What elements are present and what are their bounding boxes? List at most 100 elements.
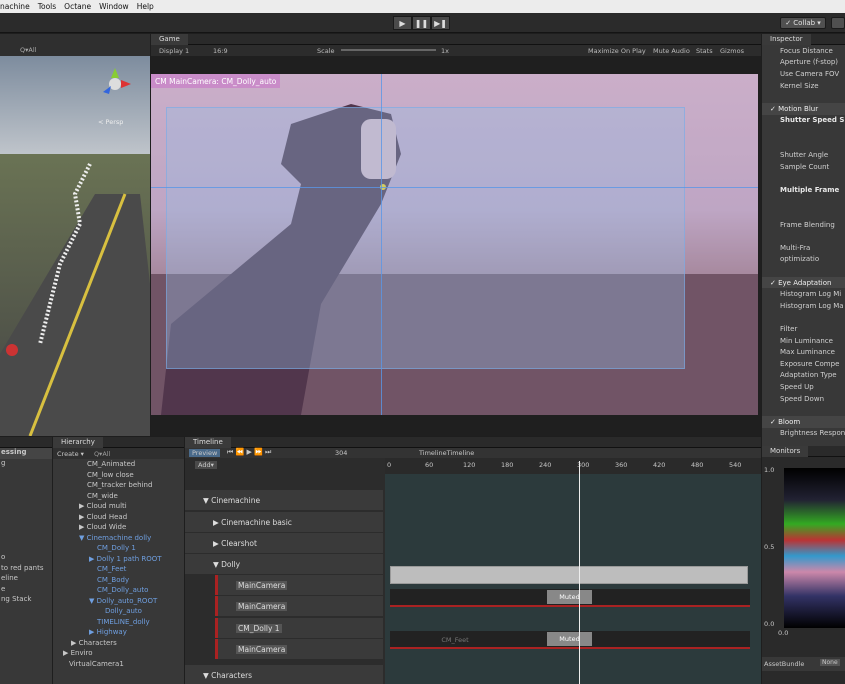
muted-clip-2[interactable]: Muted — [547, 632, 592, 646]
pause-button[interactable]: ❚❚ — [412, 16, 431, 30]
hierarchy-row[interactable]: ▼ Dolly_auto_ROOT — [53, 596, 184, 607]
track-group[interactable]: ▼ Cinemachine — [185, 490, 383, 510]
scene-view[interactable]: Q▾All < Persp — [0, 34, 150, 436]
inspector-row[interactable]: Multiple Frame — [762, 184, 845, 196]
hierarchy-row[interactable]: VirtualCamera1 — [53, 659, 184, 670]
inspector-row[interactable]: Adaptation Type — [762, 370, 845, 382]
hierarchy-row[interactable]: ▶ Cloud Wide — [53, 522, 184, 533]
inspector-row[interactable]: Aperture (f-stop) — [762, 57, 845, 69]
hierarchy-row[interactable]: Dolly_auto — [53, 606, 184, 617]
display-select[interactable]: Display 1 — [159, 47, 189, 55]
tab-game[interactable]: Game — [151, 33, 188, 45]
track-group[interactable]: ▶ Clearshot — [185, 533, 383, 553]
inspector-row[interactable]: Sample Count — [762, 161, 845, 173]
hierarchy-row[interactable]: ▶ Highway — [53, 627, 184, 638]
hierarchy-row[interactable]: CM_Dolly_auto — [53, 585, 184, 596]
project-row[interactable] — [0, 469, 52, 480]
camera-clip[interactable] — [390, 566, 748, 584]
project-row[interactable]: to red pants — [0, 564, 52, 575]
inspector-row[interactable]: Histogram Log Ma — [762, 300, 845, 312]
inspector-row[interactable] — [762, 196, 845, 208]
tab-timeline[interactable]: Timeline — [185, 437, 231, 448]
inspector-row[interactable] — [762, 265, 845, 277]
hierarchy-row[interactable]: CM_Dolly 1 — [53, 543, 184, 554]
hierarchy-row[interactable]: ▶ Characters — [53, 638, 184, 649]
inspector-row[interactable]: Speed Down — [762, 393, 845, 405]
assetbundle-select[interactable]: None — [820, 659, 840, 666]
menu-item[interactable]: nachine — [0, 2, 30, 11]
track-group[interactable]: ▶ Cinemachine basic — [185, 512, 383, 532]
scene-gizmo-icon[interactable] — [95, 64, 135, 106]
track-binding[interactable]: MainCamera — [236, 644, 288, 654]
inspector-row[interactable]: Use Camera FOV — [762, 68, 845, 80]
menu-item[interactable]: Octane — [64, 2, 91, 11]
project-row[interactable] — [0, 543, 52, 554]
hierarchy-row[interactable]: CM_Body — [53, 575, 184, 586]
stats-toggle[interactable]: Stats — [696, 47, 713, 55]
preview-button[interactable]: Preview — [189, 449, 221, 457]
inspector-row[interactable] — [762, 231, 845, 243]
game-render[interactable]: CM MainCamera: CM_Dolly_auto — [151, 74, 758, 415]
hierarchy-row[interactable]: TIMELINE_dolly — [53, 617, 184, 628]
project-row[interactable] — [0, 511, 52, 522]
hierarchy-row[interactable]: ▼ Cinemachine dolly — [53, 533, 184, 544]
project-row[interactable]: essing — [0, 448, 52, 459]
project-row[interactable]: eline — [0, 574, 52, 585]
cloud-button[interactable] — [831, 17, 845, 29]
inspector-row[interactable]: Focus Distance — [762, 45, 845, 57]
track-group[interactable]: ▼ Characters — [185, 665, 383, 684]
track-row[interactable]: MainCamera — [215, 639, 383, 659]
playhead[interactable] — [579, 461, 580, 684]
menu-item[interactable]: Help — [137, 2, 154, 11]
time-ruler[interactable]: 0 60 120 180 240 300 360 420 480 540 — [385, 458, 761, 474]
inspector-row[interactable]: Exposure Compe — [762, 358, 845, 370]
track-binding[interactable]: MainCamera — [236, 601, 288, 611]
add-track-button[interactable]: Add▾ — [195, 461, 217, 469]
inspector-row[interactable] — [762, 138, 845, 150]
inspector-row[interactable]: ✓ Eye Adaptation — [762, 276, 845, 289]
inspector-row[interactable]: Frame Blending — [762, 219, 845, 231]
maximize-on-play-toggle[interactable]: Maximize On Play — [588, 47, 646, 55]
inspector-row[interactable]: Filter — [762, 323, 845, 335]
collab-button[interactable]: ✓ Collab ▾ — [780, 17, 826, 29]
hierarchy-row[interactable]: ▶ Cloud Head — [53, 512, 184, 523]
hierarchy-search[interactable]: Q▾All — [94, 450, 110, 458]
tab-hierarchy[interactable]: Hierarchy — [53, 437, 103, 448]
hierarchy-row[interactable]: ▶ Dolly 1 path ROOT — [53, 554, 184, 565]
hierarchy-row[interactable]: CM_tracker behind — [53, 480, 184, 491]
inspector-row[interactable]: ✓ Motion Blur — [762, 102, 845, 115]
hierarchy-row[interactable]: CM_low close — [53, 470, 184, 481]
step-button[interactable]: ▶❚ — [431, 16, 450, 30]
inspector-row[interactable]: optimizatio — [762, 254, 845, 266]
frame-counter[interactable]: 304 — [335, 449, 347, 457]
mute-audio-toggle[interactable]: Mute Audio — [653, 47, 690, 55]
menu-item[interactable]: Window — [99, 2, 129, 11]
hierarchy-row[interactable]: CM_Feet — [53, 564, 184, 575]
inspector-row[interactable]: Shutter Angle — [762, 149, 845, 161]
hierarchy-row[interactable]: ▶ Enviro — [53, 648, 184, 659]
inspector-row[interactable] — [762, 91, 845, 103]
tab-monitors[interactable]: Monitors — [762, 446, 809, 457]
inspector-row[interactable] — [762, 126, 845, 138]
feet-clip[interactable]: CM_Feet — [415, 633, 495, 647]
hierarchy-row[interactable]: ▶ Cloud multi — [53, 501, 184, 512]
inspector-row[interactable]: Brightness Respons — [762, 428, 845, 440]
track-row[interactable]: MainCamera — [215, 575, 383, 595]
menu-item[interactable]: Tools — [38, 2, 56, 11]
create-dropdown[interactable]: Create ▾ — [57, 450, 84, 458]
inspector-row[interactable]: Multi-Fra — [762, 242, 845, 254]
tab-inspector[interactable]: Inspector — [762, 34, 811, 45]
gizmos-toggle[interactable]: Gizmos — [720, 47, 744, 55]
project-row[interactable] — [0, 490, 52, 501]
project-row[interactable] — [0, 480, 52, 491]
project-row[interactable]: g — [0, 459, 52, 470]
inspector-row[interactable]: Histogram Log Mi — [762, 288, 845, 300]
project-row[interactable] — [0, 522, 52, 533]
inspector-row[interactable]: ✓ Bloom — [762, 416, 845, 428]
track-group[interactable]: ▼ Dolly — [185, 554, 383, 574]
muted-clip[interactable]: Muted — [547, 590, 592, 604]
track-binding[interactable]: MainCamera — [236, 580, 288, 590]
hierarchy-row[interactable]: CM_wide — [53, 491, 184, 502]
scale-slider[interactable] — [341, 49, 436, 51]
scene-search[interactable]: Q▾All — [20, 46, 36, 54]
